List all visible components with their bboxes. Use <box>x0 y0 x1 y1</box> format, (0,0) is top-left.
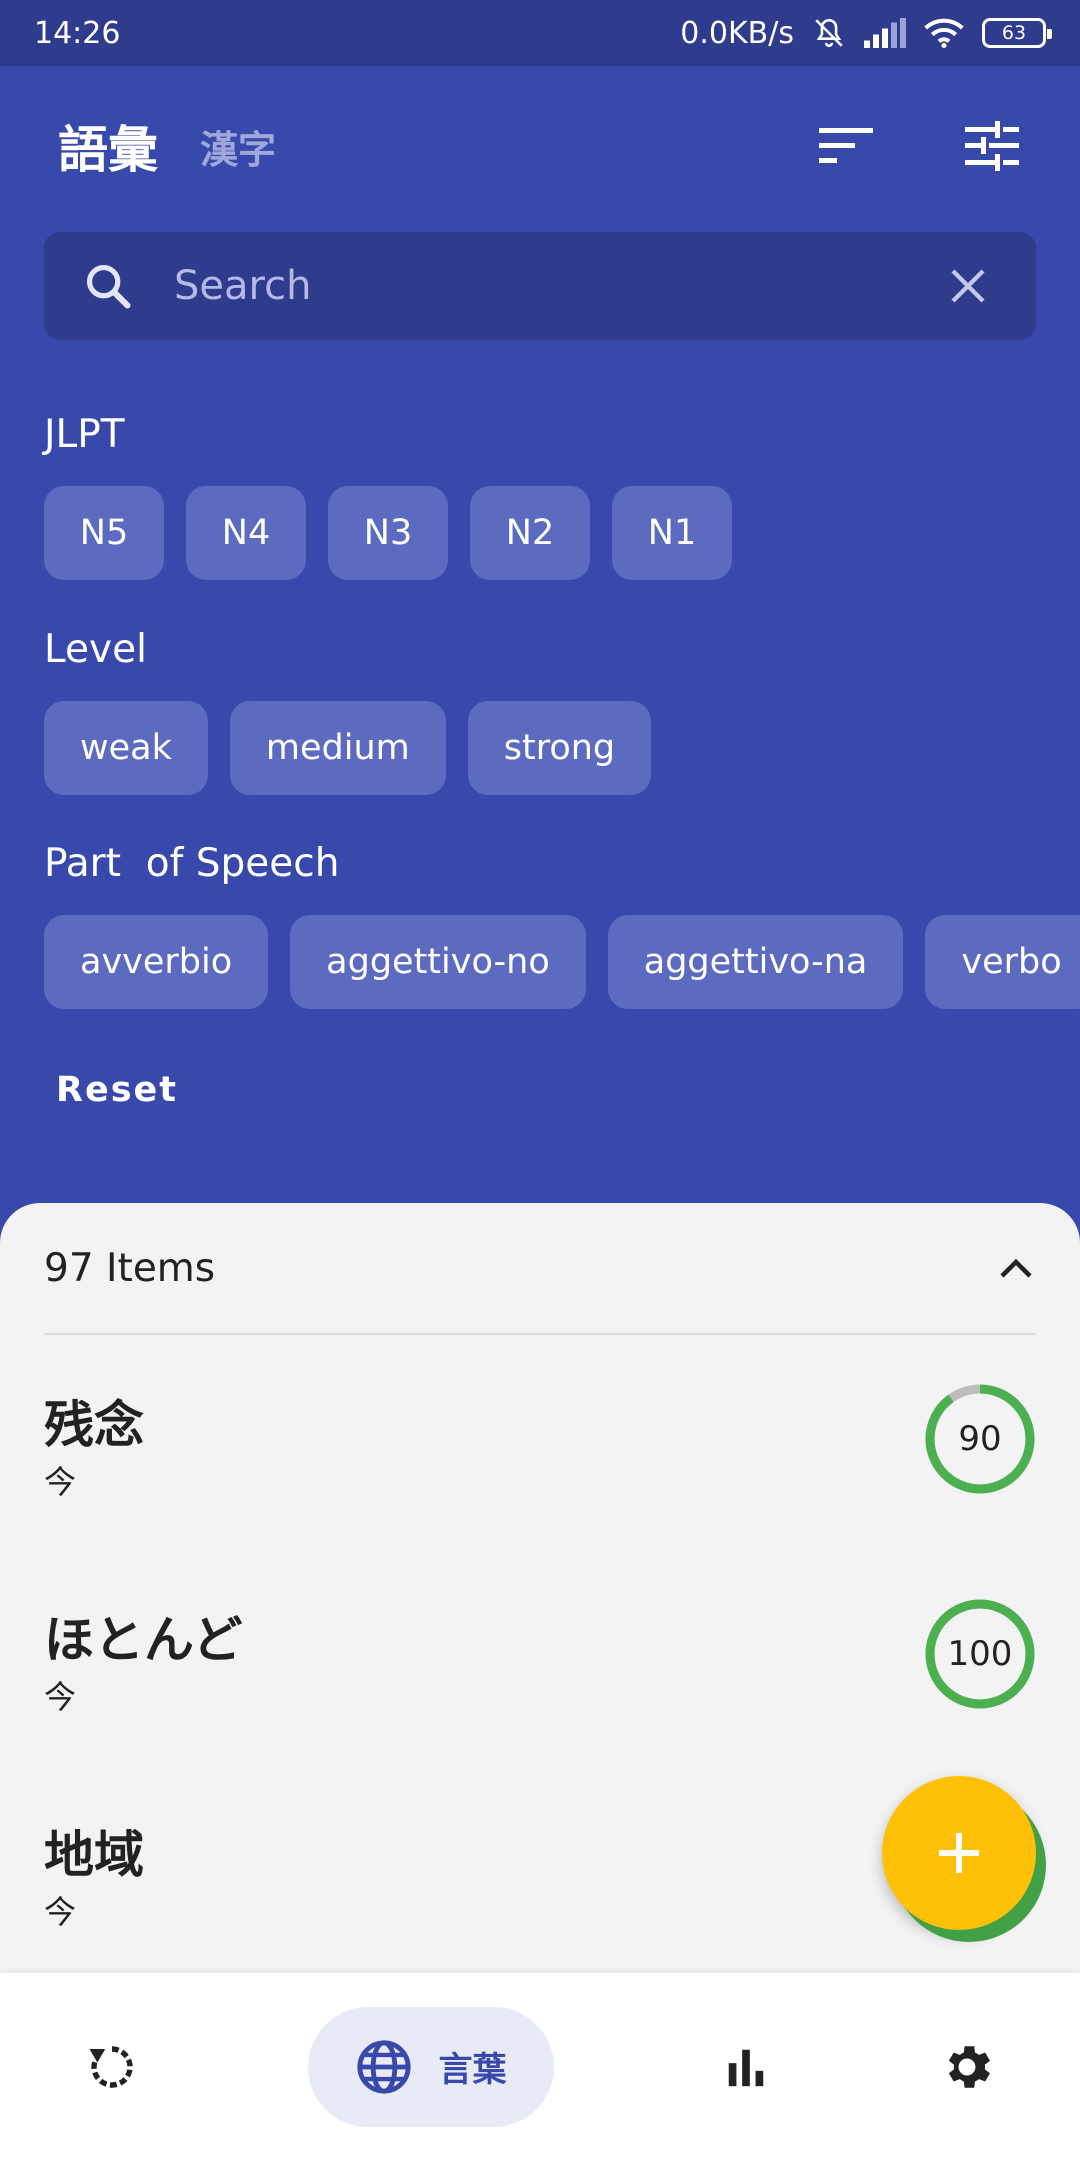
battery-level: 63 <box>1001 22 1027 44</box>
chevron-up-icon[interactable] <box>996 1254 1036 1282</box>
nav-vocabulary-label: 言葉 <box>438 2050 507 2090</box>
app-bar: 語彙 漢字 <box>0 66 1080 226</box>
chip-aggettivo-no[interactable]: aggettivo-no <box>290 915 586 1009</box>
score-value: 90 <box>958 1419 1002 1459</box>
nav-settings[interactable] <box>938 2007 996 2127</box>
kanji-tab[interactable]: 漢字 <box>200 119 276 174</box>
level-label: Level <box>44 627 147 672</box>
search-icon <box>86 264 131 309</box>
word-text: ほとんど <box>44 1611 243 1669</box>
network-speed: 0.0KB/s <box>680 15 794 51</box>
nav-statistics[interactable] <box>723 2007 769 2127</box>
list-item[interactable]: ほとんど 今 100 <box>44 1598 1036 1800</box>
results-header[interactable]: 97 Items <box>44 1203 1036 1335</box>
list-item[interactable]: 残念 今 90 <box>44 1383 1036 1585</box>
chip-medium[interactable]: medium <box>229 701 446 795</box>
score-ring: 90 <box>924 1383 1036 1495</box>
chip-n1[interactable]: N1 <box>612 486 732 580</box>
filter-sliders-icon <box>965 121 1019 171</box>
jlpt-label: JLPT <box>44 412 125 457</box>
nav-vocabulary[interactable]: 言葉 <box>307 2006 554 2127</box>
gear-icon <box>948 2045 990 2088</box>
chip-weak[interactable]: weak <box>44 701 208 795</box>
battery-icon: 63 <box>982 18 1052 48</box>
score-ring: 100 <box>924 1598 1036 1710</box>
word-reading: 今 <box>44 1893 77 1931</box>
item-count: 97 Items <box>44 1245 216 1291</box>
word-text: 地域 <box>44 1826 144 1884</box>
page-title[interactable]: 語彙 <box>58 110 158 182</box>
chip-n2[interactable]: N2 <box>470 486 590 580</box>
score-value: 100 <box>947 1634 1013 1674</box>
chip-verbo[interactable]: verbo <box>925 915 1080 1009</box>
chip-avverbio[interactable]: avverbio <box>44 915 269 1009</box>
nav-review[interactable] <box>85 2007 139 2127</box>
plus-icon <box>939 1833 979 1873</box>
status-time: 14:26 <box>34 15 121 51</box>
search-bar <box>44 232 1036 340</box>
part-of-speech-chip-group[interactable]: avverbio aggettivo-no aggettivo-na verbo <box>44 915 1080 1009</box>
word-reading: 今 <box>44 1463 77 1501</box>
filter-button[interactable] <box>962 116 1022 176</box>
sort-icon <box>819 128 873 163</box>
clear-search-button[interactable] <box>938 256 998 316</box>
word-text: 残念 <box>44 1396 144 1454</box>
signal-icon <box>864 18 906 48</box>
sort-button[interactable] <box>816 116 876 176</box>
app-bar-actions <box>816 116 1022 176</box>
chip-aggettivo-na[interactable]: aggettivo-na <box>607 915 904 1009</box>
add-word-button[interactable] <box>882 1776 1036 1930</box>
review-refresh-icon <box>89 2045 133 2088</box>
word-reading: 今 <box>44 1678 77 1716</box>
bottom-navigation: 言葉 <box>0 1973 1080 2160</box>
chip-strong[interactable]: strong <box>467 701 652 795</box>
close-icon <box>951 269 985 303</box>
chip-n5[interactable]: N5 <box>44 486 164 580</box>
globe-icon <box>356 2039 411 2094</box>
status-bar: 14:26 0.0KB/s 63 <box>0 0 1080 66</box>
bar-chart-icon <box>728 2049 763 2086</box>
search-input[interactable] <box>174 263 938 309</box>
wifi-icon <box>924 18 964 48</box>
reset-button[interactable]: Reset <box>44 1070 178 1126</box>
mute-bell-icon <box>815 18 843 47</box>
chip-n3[interactable]: N3 <box>328 486 448 580</box>
part-of-speech-label: Part of Speech <box>44 841 340 886</box>
status-indicators: 0.0KB/s 63 <box>680 15 1052 51</box>
chip-n4[interactable]: N4 <box>186 486 306 580</box>
jlpt-chip-group: N5 N4 N3 N2 N1 <box>44 486 732 580</box>
level-chip-group: weak medium strong <box>44 701 652 795</box>
